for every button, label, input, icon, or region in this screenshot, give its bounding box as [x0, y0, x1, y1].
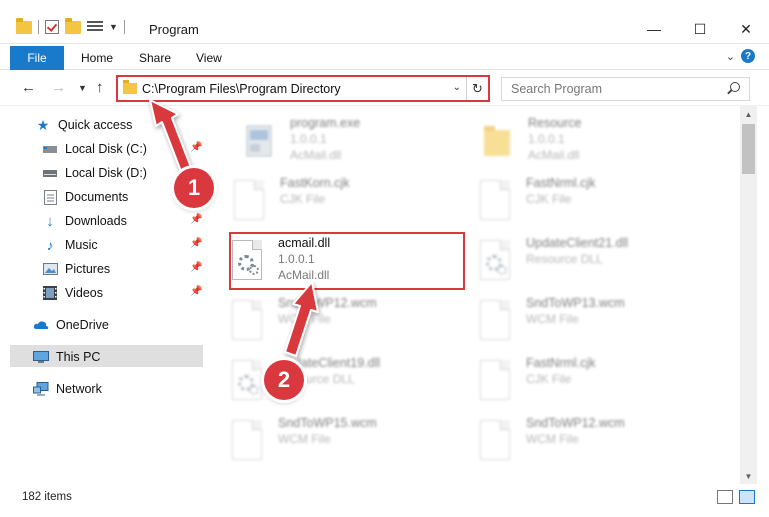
search-placeholder: Search Program	[511, 82, 603, 96]
properties-check-icon[interactable]	[45, 20, 59, 34]
search-input[interactable]: Search Program	[501, 77, 750, 101]
music-icon: ♪	[46, 237, 54, 253]
search-icon[interactable]	[730, 82, 740, 92]
file-icon	[232, 300, 264, 342]
help-icon[interactable]: ?	[741, 49, 755, 63]
file-list: program.exe 1.0.0.1 AcMail.dll Resource …	[204, 106, 740, 484]
back-arrow-icon[interactable]: ←	[21, 79, 36, 96]
pin-icon[interactable]: 📌	[190, 214, 202, 225]
chevron-down-icon[interactable]: ⌄	[453, 82, 461, 93]
recent-locations-icon[interactable]: ▼	[78, 83, 87, 93]
navigation-bar: ← → ▼ ↑ C:\Program Files\Program Directo…	[0, 70, 769, 106]
sidebar-item-videos[interactable]: Videos	[42, 282, 103, 304]
tab-home[interactable]: Home	[81, 51, 113, 65]
window-title: Program	[149, 22, 199, 37]
refresh-button[interactable]: ↻	[466, 77, 488, 100]
large-icons-view-icon[interactable]	[739, 490, 755, 504]
list-item[interactable]: program.exe 1.0.0.1 AcMail.dll	[218, 114, 448, 174]
list-item[interactable]: SndToWP12.wcm WCM File	[206, 294, 436, 354]
sidebar-item-local-disk-c[interactable]: Local Disk (C:)	[42, 138, 147, 160]
up-arrow-icon[interactable]: ↑	[96, 79, 104, 96]
tab-view[interactable]: View	[196, 51, 222, 65]
list-item[interactable]: SndToWP12.wcm WCM File	[454, 414, 684, 474]
item-count: 182 items	[22, 491, 72, 503]
cloud-icon	[33, 317, 49, 333]
folder-icon	[123, 80, 137, 94]
step-2-badge: 2	[264, 360, 304, 400]
pin-icon[interactable]: 📌	[190, 142, 202, 153]
videos-icon	[42, 285, 58, 301]
scroll-up-icon[interactable]: ▲	[740, 106, 757, 122]
list-item[interactable]: SndToWP15.wcm WCM File	[206, 414, 436, 474]
list-item[interactable]: UpdateClient19.dll Resource DLL	[206, 354, 436, 414]
quick-access-toolbar: ▼	[16, 17, 125, 34]
file-icon	[480, 420, 512, 462]
scroll-down-icon[interactable]: ▼	[740, 468, 757, 484]
maximize-button[interactable]: ☐	[677, 14, 723, 44]
tab-share[interactable]: Share	[139, 51, 171, 65]
application-icon	[244, 120, 276, 162]
title-bar: ▼ Program — ☐ ✕	[0, 0, 769, 44]
sidebar-item-local-disk-d[interactable]: Local Disk (D:)	[42, 162, 147, 184]
sidebar-item-onedrive[interactable]: OneDrive	[33, 314, 109, 336]
sidebar-item-documents[interactable]: Documents	[42, 186, 128, 208]
forward-arrow-icon[interactable]: →	[51, 79, 66, 96]
sidebar-item-this-pc[interactable]: This PC	[33, 346, 100, 368]
file-icon	[232, 420, 264, 462]
close-button[interactable]: ✕	[723, 14, 769, 44]
status-bar: 182 items	[0, 484, 769, 517]
pin-icon[interactable]: 📌	[190, 262, 202, 273]
list-item[interactable]: FastNrml.cjk CJK File	[454, 174, 684, 234]
computer-icon	[33, 349, 49, 365]
toolbar-divider	[38, 20, 39, 34]
scrollbar-thumb[interactable]	[742, 124, 755, 174]
navigation-pane: ★ Quick access Local Disk (C:) 📌 Local D…	[0, 106, 204, 484]
list-item[interactable]: SndToWP13.wcm WCM File	[454, 294, 684, 354]
new-folder-icon[interactable]	[65, 17, 81, 34]
window-controls: — ☐ ✕	[631, 14, 769, 44]
file-icon	[480, 180, 512, 222]
list-item[interactable]: Resource 1.0.0.1 AcMail.dll	[456, 114, 686, 174]
sidebar-item-network[interactable]: Network	[33, 378, 102, 400]
sidebar-item-music[interactable]: ♪ Music	[42, 234, 98, 256]
list-item[interactable]: FastNrml.cjk CJK File	[454, 354, 684, 414]
pin-icon[interactable]: 📌	[190, 238, 202, 249]
details-view-icon[interactable]	[717, 490, 733, 504]
customize-toolbar-icon[interactable]: ▼	[109, 22, 118, 32]
network-icon	[33, 381, 49, 397]
folder-icon	[482, 120, 514, 162]
address-bar[interactable]: C:\Program Files\Program Directory ⌄ ↻	[116, 75, 490, 102]
drive-icon	[42, 165, 58, 181]
properties-icon[interactable]	[87, 20, 103, 34]
dll-file-icon	[480, 240, 512, 282]
file-icon	[480, 360, 512, 402]
list-item[interactable]: FastKorn.cjk CJK File	[208, 174, 438, 234]
minimize-button[interactable]: —	[631, 14, 677, 44]
sidebar-item-pictures[interactable]: Pictures	[42, 258, 110, 280]
tab-file[interactable]: File	[10, 46, 64, 70]
pictures-icon	[42, 261, 58, 277]
download-icon: ↓	[46, 212, 54, 230]
list-item[interactable]: UpdateClient21.dll Resource DLL	[454, 234, 684, 294]
view-toggles	[717, 490, 755, 504]
step-1-badge: 1	[174, 168, 214, 208]
address-path[interactable]: C:\Program Files\Program Directory	[142, 82, 341, 96]
drive-icon	[42, 141, 58, 157]
expand-ribbon-icon[interactable]: ⌄	[726, 50, 735, 63]
sidebar-item-downloads[interactable]: ↓ Downloads	[42, 210, 127, 232]
toolbar-divider	[123, 20, 125, 34]
file-icon	[234, 180, 266, 222]
sidebar-item-quick-access[interactable]: ★ Quick access	[35, 114, 133, 136]
pin-icon[interactable]: 📌	[190, 286, 202, 297]
documents-icon	[42, 189, 58, 205]
folder-icon	[16, 17, 32, 34]
acmail-highlight-box	[229, 232, 465, 290]
file-icon	[480, 300, 512, 342]
ribbon-tabs: File Home Share View ⌄ ?	[0, 44, 769, 70]
vertical-scrollbar[interactable]: ▲ ▼	[740, 106, 757, 484]
star-icon: ★	[36, 116, 50, 133]
dll-file-icon	[232, 360, 264, 402]
